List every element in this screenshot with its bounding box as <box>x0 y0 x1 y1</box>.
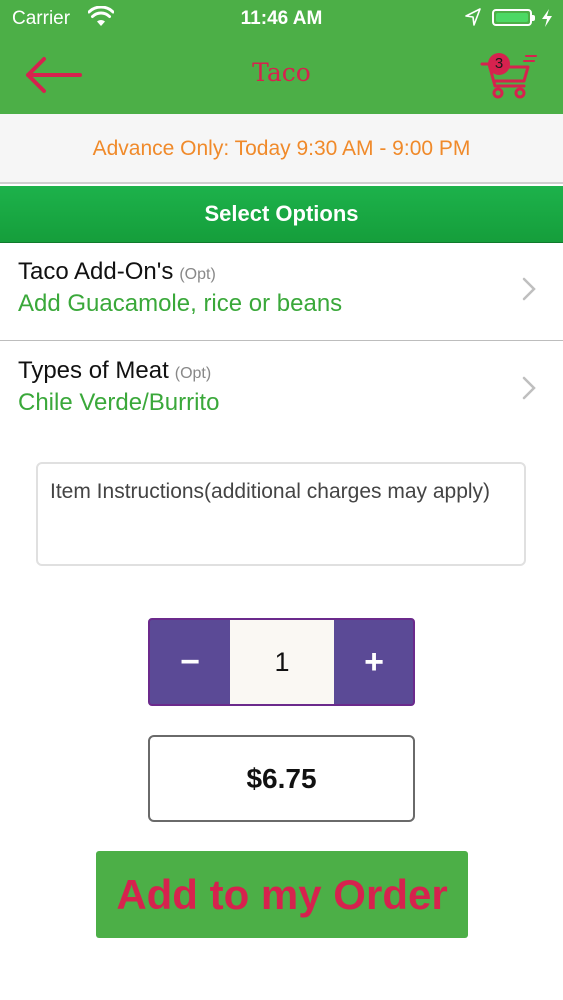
price-display: $6.75 <box>148 735 415 822</box>
battery-icon <box>492 9 535 26</box>
option-row-taco-add-ons[interactable]: Taco Add-On's (Opt) Add Guacamole, rice o… <box>0 242 563 341</box>
cart-count-badge: 3 <box>488 53 510 75</box>
option-name-wrapper: Types of Meat (Opt) <box>18 357 211 385</box>
item-instructions-input[interactable] <box>36 462 526 566</box>
availability-notice: Advance Only: Today 9:30 AM - 9:00 PM <box>0 114 563 184</box>
optional-tag: (Opt) <box>179 266 216 283</box>
add-to-order-button[interactable]: Add to my Order <box>96 851 468 938</box>
nav-bar: Taco 3 <box>0 36 563 114</box>
page-title: Taco <box>252 58 311 87</box>
option-name-wrapper: Taco Add-On's (Opt) <box>18 258 216 286</box>
increase-quantity-button[interactable]: + <box>334 620 413 704</box>
location-arrow-icon <box>465 8 481 26</box>
option-name: Taco Add-On's <box>18 258 174 285</box>
option-name: Types of Meat <box>18 357 169 384</box>
charging-bolt-icon <box>542 9 552 27</box>
quantity-stepper: − 1 + <box>148 618 415 706</box>
optional-tag: (Opt) <box>174 365 212 382</box>
quantity-value[interactable]: 1 <box>230 620 334 704</box>
option-value: Add Guacamole, rice or beans <box>18 290 343 317</box>
decrease-quantity-button[interactable]: − <box>150 620 230 704</box>
option-value: Chile Verde/Burrito <box>18 389 220 416</box>
status-bar: Carrier 11:46 AM <box>0 0 563 36</box>
chevron-right-icon <box>522 376 536 400</box>
chevron-right-icon <box>522 277 536 301</box>
section-header: Select Options <box>0 186 563 243</box>
option-row-types-of-meat[interactable]: Types of Meat (Opt) Chile Verde/Burrito <box>0 341 563 439</box>
